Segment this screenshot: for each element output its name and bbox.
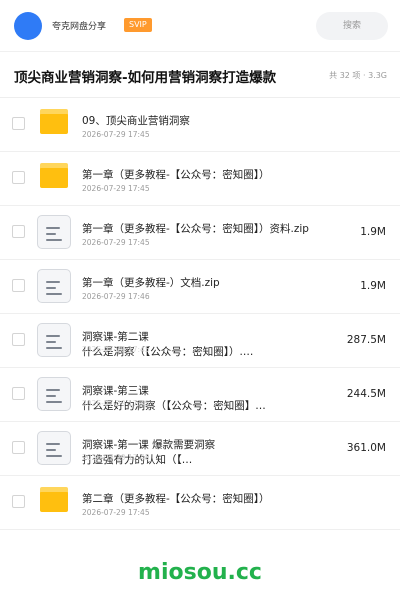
list-item[interactable]: 第一章（更多教程-【公众号：密知圈】） 2026-07-29 17:45 bbox=[0, 152, 400, 206]
share-header: 顶尖商业营销洞察-如何用营销洞察打造爆款 共 32 项 · 3.3G bbox=[0, 52, 400, 98]
folder-icon bbox=[40, 163, 68, 188]
file-name: 洞察课-第一课 爆款需要洞察 bbox=[82, 439, 216, 451]
select-checkbox[interactable] bbox=[12, 279, 25, 292]
file-list: 09、顶尖商业营销洞察 2026-07-29 17:45 第一章（更多教程-【公众号… bbox=[0, 98, 400, 530]
file-size: 287.5M bbox=[346, 334, 386, 346]
file-size: 1.9M bbox=[360, 226, 386, 238]
file-name: 洞察课-第三课 bbox=[82, 385, 149, 397]
select-checkbox[interactable] bbox=[12, 117, 25, 130]
file-size: 1.9M bbox=[360, 280, 386, 292]
watermark: miosou.cc bbox=[138, 560, 262, 585]
search-input[interactable]: 搜索 bbox=[316, 12, 388, 40]
file-name: 第二章（更多教程-【公众号：密知圈】） bbox=[82, 493, 270, 505]
file-name: 第一章（更多教程-【公众号：密知圈】） bbox=[82, 169, 270, 181]
file-name: 洞察课-第二课 bbox=[82, 331, 149, 343]
file-date: 2026-07-29 17:46 bbox=[82, 292, 150, 301]
file-name: 09、顶尖商业营销洞察 bbox=[82, 115, 190, 127]
file-name: 第一章（更多教程-【公众号：密知圈】）资料.zip bbox=[82, 223, 309, 235]
file-icon bbox=[37, 323, 71, 357]
list-item[interactable]: 洞察课-第三课 什么是好的洞察（【公众号：密知圈】… 2026-07-29 17:4… bbox=[0, 368, 400, 422]
file-icon bbox=[37, 431, 71, 465]
list-item[interactable]: 第一章（更多教程-【公众号：密知圈】）资料.zip 2026-07-29 17:4… bbox=[0, 206, 400, 260]
select-checkbox[interactable] bbox=[12, 171, 25, 184]
select-checkbox[interactable] bbox=[12, 387, 25, 400]
folder-icon bbox=[40, 487, 68, 512]
file-date: 2026-07-29 17:45 bbox=[82, 184, 150, 193]
select-checkbox[interactable] bbox=[12, 495, 25, 508]
avatar[interactable] bbox=[14, 12, 42, 40]
owner-name: 夸克网盘分享 bbox=[52, 22, 107, 32]
file-date: 2026-07-29 17:45 bbox=[82, 345, 150, 354]
select-checkbox[interactable] bbox=[12, 225, 25, 238]
file-date: 2026-07-29 17:45 bbox=[82, 453, 150, 462]
svip-badge: SVIP bbox=[124, 18, 152, 32]
file-date: 2026-07-29 17:45 bbox=[82, 238, 150, 247]
share-title: 顶尖商业营销洞察-如何用营销洞察打造爆款 bbox=[14, 70, 277, 86]
list-item[interactable]: 第一章（更多教程-）文档.zip 2026-07-29 17:46 1.9M bbox=[0, 260, 400, 314]
file-icon bbox=[37, 215, 71, 249]
file-name: 第一章（更多教程-）文档.zip bbox=[82, 277, 220, 289]
list-item[interactable]: 第二章（更多教程-【公众号：密知圈】） 2026-07-29 17:45 bbox=[0, 476, 400, 530]
file-icon bbox=[37, 377, 71, 411]
list-item[interactable]: 09、顶尖商业营销洞察 2026-07-29 17:45 bbox=[0, 98, 400, 152]
list-item[interactable]: 洞察课-第一课 爆款需要洞察 打造强有力的认知（【… 2026-07-29 17:4… bbox=[0, 422, 400, 476]
share-meta: 共 32 项 · 3.3G bbox=[329, 71, 387, 80]
file-date: 2026-07-29 17:45 bbox=[82, 508, 150, 517]
select-checkbox[interactable] bbox=[12, 333, 25, 346]
file-size: 244.5M bbox=[346, 388, 386, 400]
top-bar: 夸克网盘分享 SVIP 搜索 bbox=[0, 0, 400, 52]
list-item[interactable]: 洞察课-第二课 什么是洞察（【公众号：密知圈】）.… 2026-07-29 17:4… bbox=[0, 314, 400, 368]
file-size: 361.0M bbox=[346, 442, 386, 454]
file-date: 2026-07-29 17:45 bbox=[82, 399, 150, 408]
folder-icon bbox=[40, 109, 68, 134]
file-icon bbox=[37, 269, 71, 303]
select-checkbox[interactable] bbox=[12, 441, 25, 454]
file-date: 2026-07-29 17:45 bbox=[82, 130, 150, 139]
